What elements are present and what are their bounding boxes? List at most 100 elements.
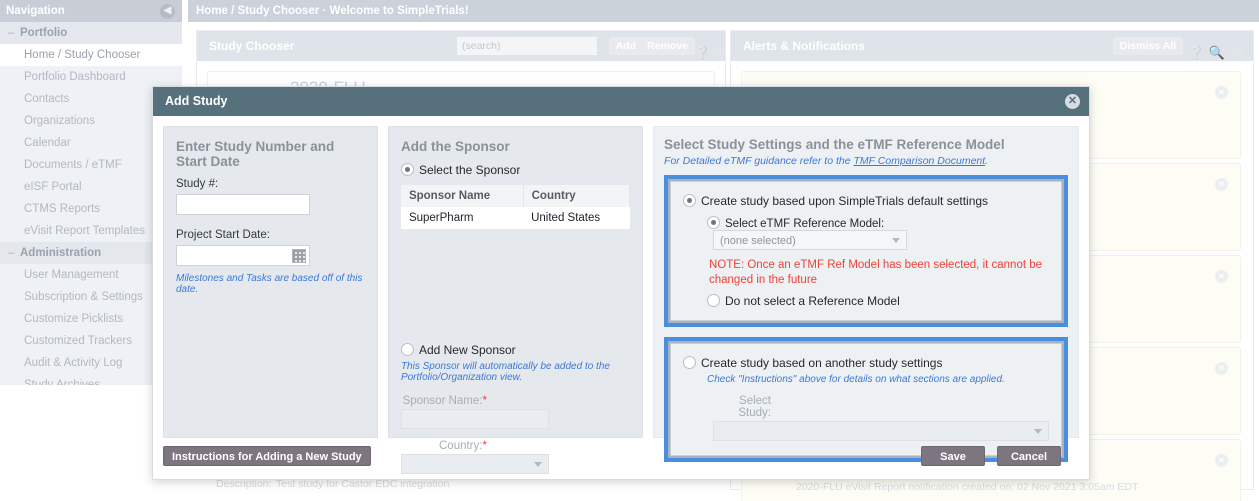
- no-ref-model-row[interactable]: Do not select a Reference Model: [707, 294, 1049, 308]
- study-chooser-title: Study Chooser: [209, 39, 295, 53]
- sidebar-item-label: eVisit Report Templates: [24, 225, 146, 237]
- table-header-row: Sponsor Name Country: [400, 185, 631, 207]
- search-icon[interactable]: 🔍: [1209, 38, 1225, 68]
- calendar-icon[interactable]: [292, 249, 306, 263]
- refresh-icon[interactable]: ⟳: [714, 38, 725, 68]
- sidebar-item-label: Portfolio Dashboard: [24, 71, 126, 83]
- close-icon[interactable]: ✕: [1215, 454, 1228, 467]
- sidebar-item-portfolio-dashboard[interactable]: Portfolio Dashboard: [0, 66, 182, 88]
- instructions-button[interactable]: Instructions for Adding a New Study: [163, 446, 371, 466]
- sidebar-item-label: Audit & Activity Log: [24, 357, 123, 369]
- select-study-label: Select Study:: [738, 395, 771, 419]
- remove-button[interactable]: Remove: [640, 37, 695, 55]
- sidebar-title: Navigation: [6, 5, 65, 17]
- add-new-sponsor-radio-row[interactable]: Add New Sponsor: [400, 343, 630, 357]
- sidebar-header: Navigation ◀: [0, 0, 182, 22]
- study-number-input[interactable]: [176, 194, 310, 215]
- chevron-left-icon[interactable]: ◀: [160, 4, 175, 19]
- sponsor-table: Sponsor Name Country SuperPharm United S…: [400, 185, 631, 229]
- select-ref-model-radio[interactable]: [707, 216, 720, 229]
- help-icon[interactable]: ❔: [695, 38, 711, 68]
- sponsor-name-input[interactable]: [400, 409, 549, 429]
- add-button[interactable]: Add: [608, 37, 643, 55]
- option-default-settings-radio[interactable]: [683, 194, 696, 207]
- sidebar-group-label: Administration: [20, 247, 102, 259]
- study-number-label: Study #:: [176, 178, 219, 190]
- another-study-hint: Check "Instructions" above for details o…: [707, 374, 1005, 385]
- table-row[interactable]: SuperPharm United States: [400, 207, 630, 229]
- select-sponsor-label: Select the Sponsor: [418, 163, 521, 177]
- select-ref-model-label: Select eTMF Reference Model:: [725, 218, 885, 230]
- sidebar-group-portfolio[interactable]: – Portfolio: [0, 22, 182, 44]
- close-icon[interactable]: ✕: [1215, 178, 1228, 191]
- etmf-note: NOTE: Once an eTMF Ref Model has been se…: [709, 259, 1043, 286]
- column-country: Country: [523, 185, 631, 207]
- etmf-guidance-text: For Detailed eTMF guidance refer to the …: [664, 155, 989, 167]
- project-start-date-input[interactable]: [176, 245, 310, 266]
- option-another-study-radio[interactable]: [683, 356, 696, 369]
- chevron-down-icon: [1034, 429, 1042, 434]
- app-root: Navigation ◀ – Portfolio Home / Study Choo…: [0, 0, 1259, 501]
- sidebar-item-label: Organizations: [24, 115, 95, 127]
- sidebar-item-label: CTMS Reports: [24, 203, 101, 215]
- select-sponsor-radio[interactable]: [400, 163, 414, 176]
- sponsor-section: Add the Sponsor Select the Sponsor Spons…: [387, 126, 643, 474]
- sidebar-item-label: Customize Picklists: [24, 313, 124, 325]
- select-ref-model-row[interactable]: Select eTMF Reference Model: (none selec…: [707, 216, 1049, 250]
- breadcrumb: Home / Study Chooser · Welcome to Simple…: [188, 0, 1259, 22]
- select-sponsor-radio-row[interactable]: Select the Sponsor: [400, 163, 630, 177]
- save-button[interactable]: Save: [921, 446, 985, 466]
- sponsor-name-label: Sponsor Name:*: [402, 395, 487, 407]
- sidebar-item-label: Calendar: [24, 137, 71, 149]
- default-settings-panel: Create study based upon SimpleTrials def…: [670, 181, 1062, 321]
- modal-title: Add Study: [165, 94, 228, 108]
- minus-icon[interactable]: –: [8, 27, 14, 39]
- section-heading-sponsor: Add the Sponsor: [400, 139, 510, 154]
- add-new-sponsor-hint: This Sponsor will automatically be added…: [400, 361, 610, 383]
- section-heading-settings: Select Study Settings and the eTMF Refer…: [664, 137, 1005, 152]
- modal-body: Enter Study Number and Start Date Study …: [153, 116, 1089, 474]
- refresh-icon[interactable]: ⟳: [1234, 38, 1245, 68]
- close-icon[interactable]: ✕: [1215, 270, 1228, 283]
- alert-body: 2020-FLU eVisit Report notification crea…: [796, 481, 1139, 493]
- sidebar-item-label: Customized Trackers: [24, 335, 133, 347]
- no-ref-model-radio[interactable]: [707, 294, 720, 307]
- study-chooser-header: Study Chooser (search) Add Remove ❔ ⟳: [197, 31, 725, 61]
- add-study-modal: Add Study ✕ Enter Study Number and Start…: [152, 86, 1090, 480]
- sidebar-item-label: Subscription & Settings: [24, 291, 143, 303]
- add-new-sponsor-radio[interactable]: [400, 343, 414, 356]
- section-heading-study: Enter Study Number and Start Date: [176, 139, 335, 169]
- option-default-settings-row[interactable]: Create study based upon SimpleTrials def…: [683, 194, 1049, 208]
- study-settings-section: Select Study Settings and the eTMF Refer…: [653, 126, 1079, 462]
- cell-sponsor-name: SuperPharm: [400, 207, 524, 229]
- minus-icon[interactable]: –: [8, 247, 14, 259]
- alerts-header: Alerts & Notifications Dismiss All ❔ 🔍 ⟳: [731, 31, 1253, 61]
- tmf-comparison-link[interactable]: TMF Comparison Document: [853, 155, 985, 167]
- alerts-title: Alerts & Notifications: [743, 39, 866, 53]
- etmf-reference-model-select[interactable]: (none selected): [713, 230, 907, 250]
- sidebar-item-home-study-chooser[interactable]: Home / Study Chooser: [0, 44, 182, 66]
- select-study-row: Select Study:: [707, 395, 1049, 441]
- search-input[interactable]: (search): [457, 37, 597, 55]
- add-new-sponsor-label: Add New Sponsor: [418, 343, 516, 357]
- help-icon[interactable]: ❔: [1189, 38, 1205, 68]
- close-icon[interactable]: ✕: [1215, 362, 1228, 375]
- no-ref-model-label: Do not select a Reference Model: [725, 294, 900, 308]
- sponsor-name-row: Sponsor Name:*: [400, 391, 630, 429]
- sidebar-item-label: eISF Portal: [24, 181, 82, 193]
- modal-footer: Instructions for Adding a New Study Save…: [153, 437, 1089, 479]
- sidebar-item-label: Home / Study Chooser: [24, 49, 141, 61]
- column-sponsor-name: Sponsor Name: [400, 185, 524, 207]
- close-icon[interactable]: ✕: [1215, 86, 1228, 99]
- option-another-study-label: Create study based on another study sett…: [701, 356, 943, 370]
- option-another-study-row[interactable]: Create study based on another study sett…: [683, 356, 1049, 370]
- close-icon[interactable]: ✕: [1065, 94, 1080, 109]
- dismiss-all-button[interactable]: Dismiss All: [1112, 37, 1183, 55]
- sidebar-group-label: Portfolio: [20, 27, 68, 39]
- milestones-hint: Milestones and Tasks are based off of th…: [176, 273, 363, 295]
- project-start-date-label: Project Start Date:: [176, 229, 270, 241]
- sidebar-item-label: Documents / eTMF: [24, 159, 122, 171]
- cell-country: United States: [523, 207, 630, 229]
- modal-title-bar: Add Study ✕: [153, 87, 1089, 116]
- cancel-button[interactable]: Cancel: [997, 446, 1061, 466]
